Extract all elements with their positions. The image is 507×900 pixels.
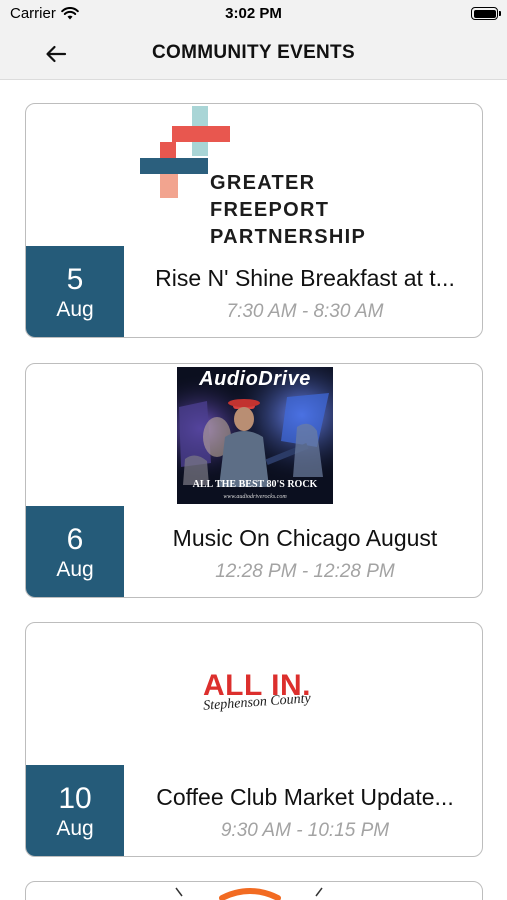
- battery-icon: [471, 7, 501, 20]
- status-bar: Carrier 3:02 PM: [0, 0, 507, 28]
- event-image-partial-icon: [175, 887, 323, 900]
- navigation-bar: COMMUNITY EVENTS: [0, 28, 507, 80]
- date-badge: 10 Aug: [26, 765, 124, 856]
- event-image-all-in-stephenson-county: ALL IN. Stephenson County: [26, 623, 482, 765]
- poster-url: www.audiodriverocks.com: [223, 494, 287, 500]
- date-month: Aug: [56, 816, 94, 840]
- event-image-audiodrive: AudioDrive ALL THE BEST 80'S ROCK www.au…: [26, 364, 482, 506]
- event-card[interactable]: GREATER FREEPORT PARTNERSHIP 5 Aug Rise …: [25, 103, 483, 338]
- event-time: 7:30 AM - 8:30 AM: [226, 301, 384, 322]
- event-time: 9:30 AM - 10:15 PM: [220, 820, 390, 841]
- event-image-greater-freeport-partnership: GREATER FREEPORT PARTNERSHIP: [26, 104, 482, 248]
- date-month: Aug: [56, 297, 94, 321]
- date-month: Aug: [56, 557, 94, 581]
- page-title: COMMUNITY EVENTS: [152, 42, 355, 63]
- event-time: 12:28 PM - 12:28 PM: [215, 561, 395, 582]
- poster-tagline: ALL THE BEST 80'S ROCK: [192, 479, 318, 490]
- event-card[interactable]: ALL IN. Stephenson County 10 Aug Coffee …: [25, 622, 483, 857]
- event-card[interactable]: [25, 881, 483, 900]
- audiodrive-poster: AudioDrive ALL THE BEST 80'S ROCK www.au…: [177, 367, 333, 504]
- event-title: Rise N' Shine Breakfast at t...: [155, 265, 455, 291]
- date-day: 5: [66, 262, 84, 296]
- date-day: 10: [58, 781, 92, 815]
- date-day: 6: [66, 522, 84, 556]
- poster-title: AudioDrive: [199, 368, 311, 390]
- event-card[interactable]: AudioDrive ALL THE BEST 80'S ROCK www.au…: [25, 363, 483, 598]
- status-time: 3:02 PM: [225, 5, 282, 22]
- all-in-logo: ALL IN. Stephenson County: [194, 669, 320, 721]
- event-title: Music On Chicago August: [172, 525, 438, 551]
- event-title: Coffee Club Market Update...: [156, 784, 454, 810]
- date-badge: 6 Aug: [26, 506, 124, 597]
- date-badge: 5 Aug: [26, 246, 124, 337]
- greater-freeport-partnership-wordmark: GREATER FREEPORT PARTNERSHIP: [210, 172, 367, 248]
- event-list[interactable]: GREATER FREEPORT PARTNERSHIP 5 Aug Rise …: [0, 80, 507, 900]
